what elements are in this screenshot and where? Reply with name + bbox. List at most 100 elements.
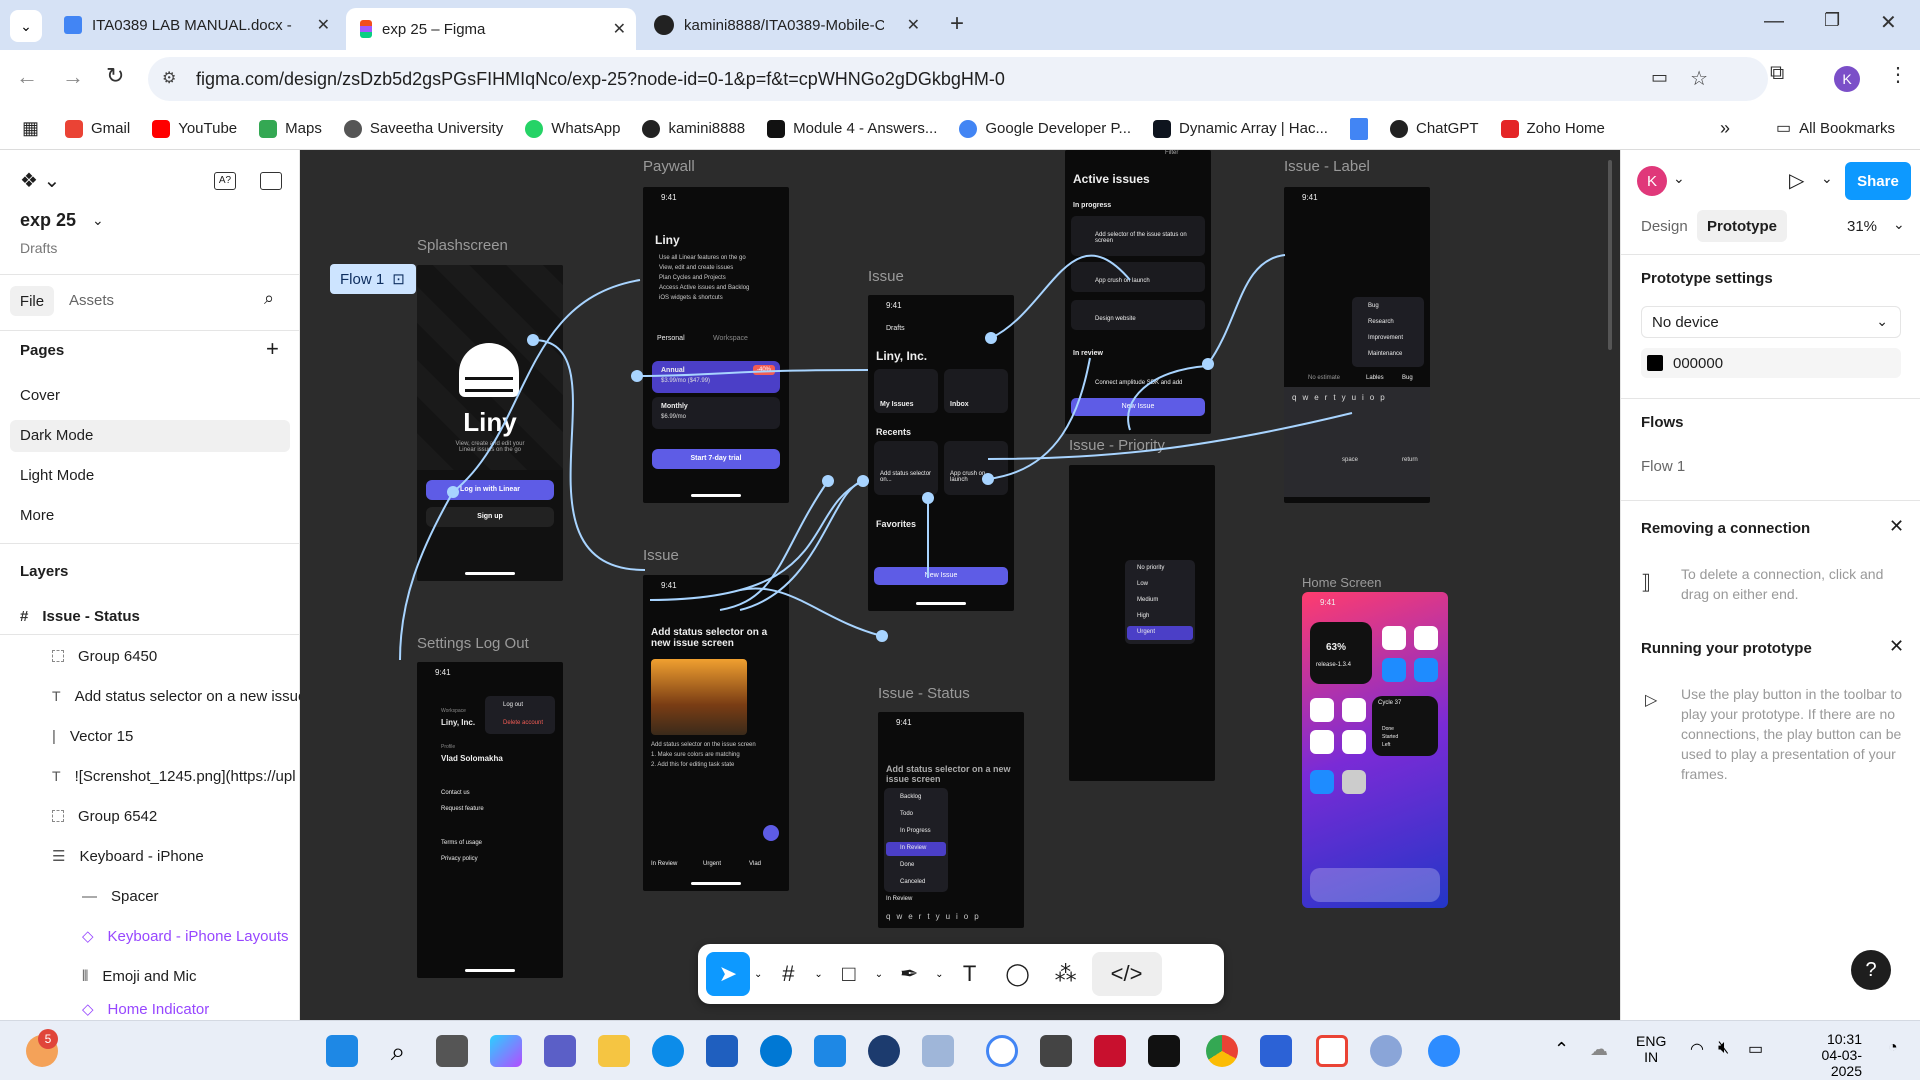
zoom-icon[interactable] bbox=[1428, 1035, 1460, 1067]
bookmark-whatsapp[interactable]: WhatsApp bbox=[525, 119, 620, 138]
layer-row[interactable]: ☰ Keyboard - iPhone bbox=[52, 838, 300, 874]
chevron-down-icon[interactable]: ⌄ bbox=[1673, 170, 1685, 187]
figma-menu-icon[interactable]: ❖ ⌄ bbox=[20, 168, 60, 193]
chevron-up-icon[interactable]: ⌃ bbox=[1554, 1039, 1569, 1060]
close-icon[interactable]: ✕ bbox=[1889, 636, 1904, 657]
search-icon[interactable]: ⌕ bbox=[382, 1035, 414, 1067]
windows-start-icon[interactable] bbox=[326, 1035, 358, 1067]
tab-doc[interactable]: ITA0389 LAB MANUAL.docx - G ✕ bbox=[50, 8, 340, 42]
google-icon[interactable] bbox=[986, 1035, 1018, 1067]
connection-node[interactable] bbox=[631, 370, 643, 382]
chevron-down-icon[interactable]: ⌄ bbox=[875, 969, 883, 980]
mysql-icon[interactable] bbox=[1040, 1035, 1072, 1067]
battery-icon[interactable]: ▭ bbox=[1748, 1039, 1763, 1059]
close-icon[interactable]: ✕ bbox=[1889, 516, 1904, 537]
layer-row[interactable]: | Vector 15 bbox=[52, 718, 300, 754]
connection-arrow[interactable] bbox=[739, 480, 864, 611]
bookmark-google-dev[interactable]: Google Developer P... bbox=[959, 119, 1131, 138]
bookmark-youtube[interactable]: YouTube bbox=[152, 119, 237, 138]
gmail-icon[interactable] bbox=[1316, 1035, 1348, 1067]
connection-arrow[interactable] bbox=[1207, 254, 1286, 365]
layer-row[interactable]: # Issue - Status bbox=[20, 598, 300, 634]
connection-arrow[interactable] bbox=[987, 412, 1353, 460]
connection-node[interactable] bbox=[527, 334, 539, 346]
address-bar[interactable]: ⚙ figma.com/design/zsDzb5d2gsPGsFIHMIqNc… bbox=[148, 57, 1768, 101]
user-avatar[interactable]: K bbox=[1637, 166, 1667, 196]
dev-mode-icon[interactable]: </> bbox=[1091, 952, 1162, 996]
connection-node[interactable] bbox=[857, 475, 869, 487]
add-page-icon[interactable]: + bbox=[266, 336, 279, 362]
notifications-bell-icon[interactable]: ◔ bbox=[1888, 1039, 1898, 1057]
task-view-icon[interactable] bbox=[436, 1035, 468, 1067]
clock[interactable]: 10:31 04-03-2025 bbox=[1792, 1031, 1862, 1079]
connection-arrow[interactable] bbox=[532, 339, 646, 571]
save-page-icon[interactable]: ▭ bbox=[1651, 67, 1668, 88]
app-icon[interactable] bbox=[706, 1035, 738, 1067]
layer-row[interactable]: Group 6450 bbox=[52, 638, 300, 674]
layer-row[interactable]: T ![Screnshot_1245.png](https://upl bbox=[52, 758, 300, 794]
connection-arrow[interactable] bbox=[990, 254, 1131, 339]
connection-node[interactable] bbox=[922, 492, 934, 504]
close-tab-icon[interactable]: ✕ bbox=[907, 15, 920, 35]
connection-node[interactable] bbox=[876, 630, 888, 642]
present-play-icon[interactable]: ▷ bbox=[1789, 168, 1804, 193]
connection-arrow[interactable] bbox=[649, 480, 864, 601]
cloud-icon[interactable]: ☁ bbox=[1590, 1039, 1608, 1060]
chevron-down-icon[interactable]: ⌄ bbox=[92, 212, 104, 229]
new-tab-button[interactable]: + bbox=[950, 10, 964, 38]
profile-avatar[interactable]: K bbox=[1834, 66, 1860, 92]
ai-icon[interactable]: A? bbox=[214, 172, 236, 190]
background-color-field[interactable]: 000000 bbox=[1641, 348, 1901, 378]
prototype-connections[interactable] bbox=[300, 150, 1620, 1020]
figma-canvas[interactable]: Flow 1⊡ Splashscreen 9:41 Liny View, cre… bbox=[300, 150, 1620, 1020]
bookmark-github[interactable]: kamini8888 bbox=[642, 119, 745, 138]
docs-bookmark-icon[interactable] bbox=[1349, 117, 1368, 140]
bookmark-saveetha[interactable]: Saveetha University bbox=[343, 119, 503, 138]
connection-node[interactable] bbox=[982, 473, 994, 485]
bookmark-module4[interactable]: Module 4 - Answers... bbox=[767, 119, 937, 138]
connection-arrow[interactable] bbox=[1127, 365, 1208, 431]
layer-row[interactable]: — Spacer bbox=[82, 878, 300, 914]
close-window-button[interactable]: ✕ bbox=[1880, 10, 1897, 35]
frame-tool-icon[interactable]: # bbox=[766, 952, 810, 996]
chevron-down-icon[interactable]: ⌄ bbox=[1821, 170, 1833, 187]
tab-search-button[interactable]: ⌄ bbox=[10, 10, 42, 42]
tab-file[interactable]: File bbox=[10, 286, 54, 316]
tab-design[interactable]: Design bbox=[1641, 218, 1688, 235]
layer-row[interactable]: T Add status selector on a new issue scre… bbox=[52, 678, 300, 714]
page-item-dark-mode[interactable]: Dark Mode bbox=[20, 427, 93, 444]
store-icon[interactable] bbox=[1260, 1035, 1292, 1067]
page-item-more[interactable]: More bbox=[20, 507, 54, 524]
connection-arrow[interactable] bbox=[739, 587, 883, 637]
app-icon[interactable] bbox=[922, 1035, 954, 1067]
wifi-icon[interactable]: ◠ bbox=[1690, 1039, 1704, 1059]
share-button[interactable]: Share bbox=[1845, 162, 1911, 200]
tab-assets[interactable]: Assets bbox=[69, 292, 114, 309]
forward-icon[interactable]: → bbox=[62, 64, 84, 90]
chevron-down-icon[interactable]: ⌄ bbox=[1893, 216, 1905, 233]
tab-figma[interactable]: exp 25 – Figma ✕ bbox=[346, 8, 636, 50]
connection-node[interactable] bbox=[447, 486, 459, 498]
page-item-light-mode[interactable]: Light Mode bbox=[20, 467, 94, 484]
search-icon[interactable]: ⌕ bbox=[264, 288, 274, 309]
page-item-cover[interactable]: Cover bbox=[20, 387, 60, 404]
chevron-down-icon[interactable]: ⌄ bbox=[814, 969, 822, 980]
bookmark-gmail[interactable]: Gmail bbox=[65, 119, 130, 138]
file-name[interactable]: exp 25 bbox=[20, 210, 76, 231]
mcafee-icon[interactable] bbox=[1094, 1035, 1126, 1067]
reload-icon[interactable]: ↻ bbox=[106, 63, 124, 89]
copilot-icon[interactable] bbox=[490, 1035, 522, 1067]
color-swatch[interactable] bbox=[1647, 355, 1663, 371]
chrome-icon[interactable] bbox=[1206, 1035, 1238, 1067]
volume-muted-icon[interactable]: 🔇︎ bbox=[1718, 1037, 1729, 1058]
flow-item[interactable]: Flow 1 bbox=[1641, 458, 1685, 475]
bookmark-star-icon[interactable]: ☆ bbox=[1690, 66, 1708, 91]
notepad-icon[interactable] bbox=[814, 1035, 846, 1067]
close-tab-icon[interactable]: ✕ bbox=[613, 19, 626, 39]
extensions-icon[interactable]: ⧉ bbox=[1770, 62, 1784, 85]
edge-icon[interactable] bbox=[652, 1035, 684, 1067]
connection-node[interactable] bbox=[822, 475, 834, 487]
back-icon[interactable]: ← bbox=[16, 64, 38, 90]
chevron-down-icon[interactable]: ⌄ bbox=[754, 969, 762, 980]
site-info-icon[interactable]: ⚙ bbox=[162, 68, 176, 88]
